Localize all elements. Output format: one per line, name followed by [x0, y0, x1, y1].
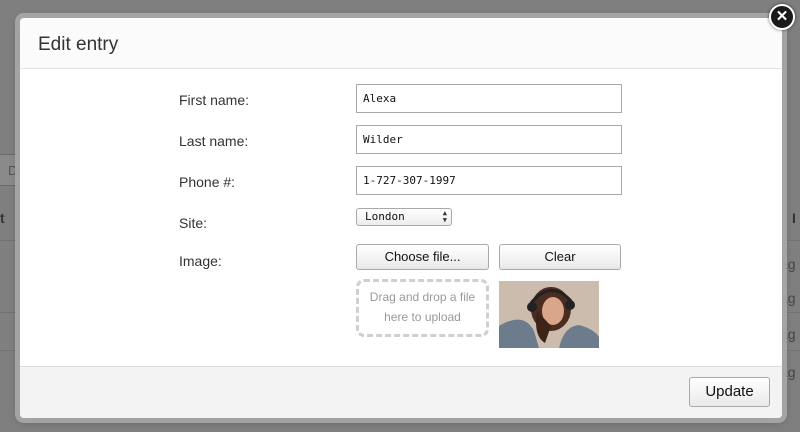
background-cell: ag [780, 364, 796, 380]
drop-zone-text: here to upload [384, 310, 461, 324]
dialog-footer: Update [20, 366, 782, 418]
background-cell: ag [780, 290, 796, 306]
choose-file-button[interactable]: Choose file... [356, 244, 489, 270]
dialog-body: First name: Alexa Last name: Wilder Phon… [20, 69, 782, 366]
site-select-value: London [365, 210, 405, 223]
drop-zone-text: Drag and drop a file [369, 290, 476, 304]
drop-zone[interactable]: Drag and drop a file here to upload [356, 279, 489, 337]
select-arrows-icon: ▲ ▼ [442, 209, 447, 224]
site-label: Site: [179, 215, 208, 231]
last-name-label: Last name: [179, 133, 249, 149]
background-cell: ag [780, 256, 796, 272]
first-name-label: First name: [179, 92, 250, 108]
background-column-header: t [0, 210, 5, 226]
clear-button[interactable]: Clear [499, 244, 621, 270]
image-preview [499, 281, 599, 348]
image-label: Image: [179, 253, 222, 269]
edit-entry-dialog: Edit entry First name: Alexa Last name: … [20, 18, 782, 418]
site-select[interactable]: London ▲ ▼ [356, 208, 452, 226]
background-column-header: I [792, 210, 796, 226]
update-button[interactable]: Update [689, 377, 770, 407]
dialog-header: Edit entry [20, 18, 782, 69]
first-name-input[interactable]: Alexa [356, 84, 622, 113]
dialog-title: Edit entry [38, 34, 119, 55]
last-name-input[interactable]: Wilder [356, 125, 622, 154]
phone-input[interactable]: 1-727-307-1997 [356, 166, 622, 195]
close-icon[interactable]: ✕ [769, 4, 795, 30]
phone-label: Phone #: [179, 174, 236, 190]
background-cell: ag [780, 326, 796, 342]
